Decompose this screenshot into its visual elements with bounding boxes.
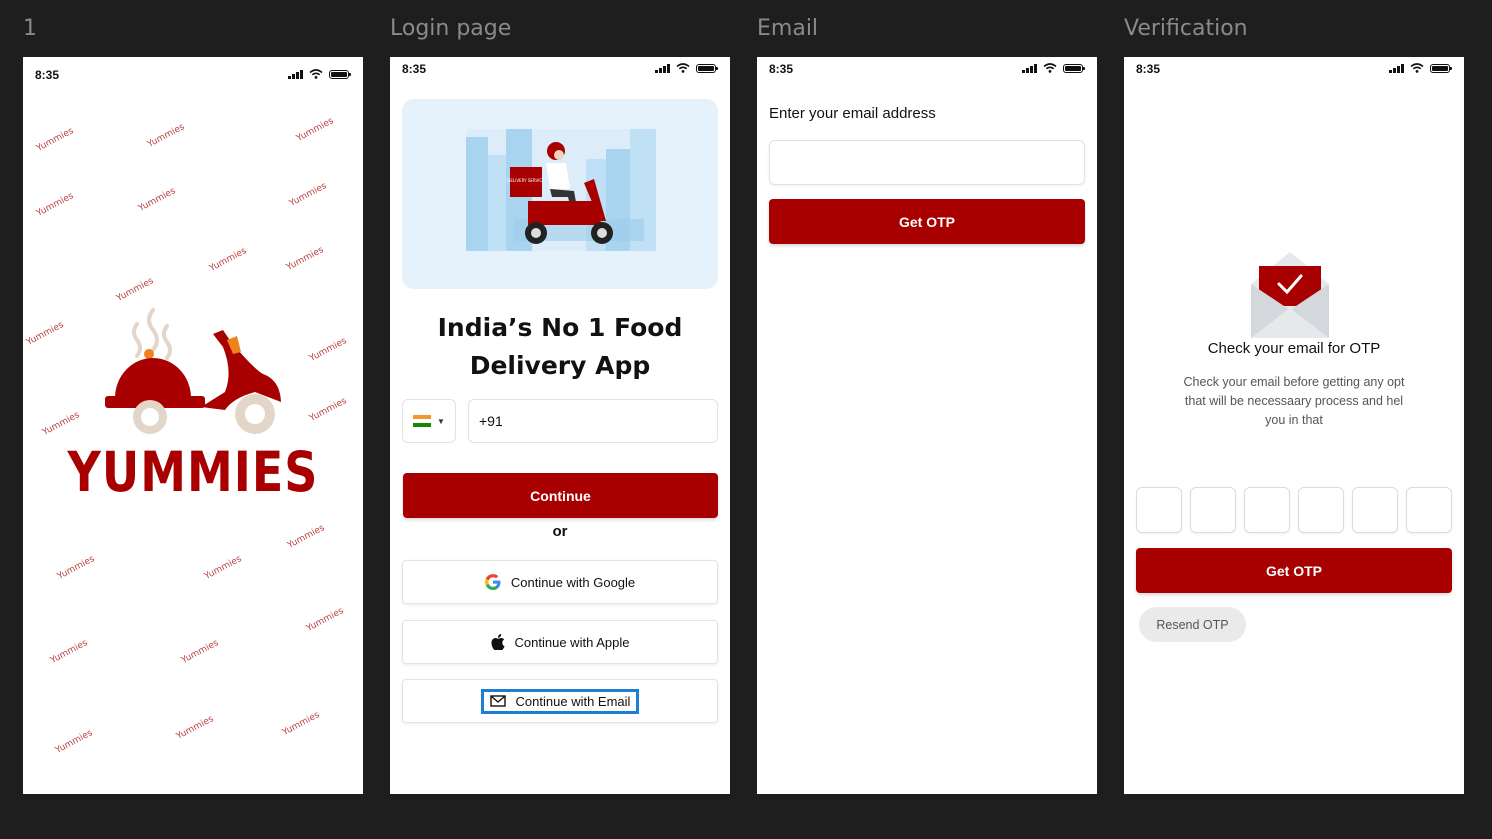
pattern-word: Yummies xyxy=(308,396,349,424)
continue-with-email-button[interactable]: Continue with Email xyxy=(402,679,718,723)
delivery-rider-illustration: DELIVERY SERVICE xyxy=(466,129,656,251)
pattern-word: Yummies xyxy=(137,186,178,214)
frame-title-verification: Verification xyxy=(1124,16,1248,41)
email-field[interactable] xyxy=(769,140,1085,185)
apple-button-label: Continue with Apple xyxy=(514,634,630,650)
phone-number-input[interactable]: +91 xyxy=(468,399,718,443)
wifi-icon xyxy=(1043,63,1057,73)
or-divider: or xyxy=(552,523,568,540)
pattern-word: Yummies xyxy=(115,276,156,304)
google-button-label: Continue with Google xyxy=(510,574,636,590)
email-screen: 8:35 Enter your email address Get OTP xyxy=(757,57,1097,794)
status-time: 8:35 xyxy=(35,68,60,82)
pattern-word: Yummies xyxy=(285,245,326,273)
frame-title-email: Email xyxy=(757,16,819,41)
pattern-word: Yummies xyxy=(208,246,249,274)
pattern-word: Yummies xyxy=(281,710,322,738)
signal-icon xyxy=(655,63,670,73)
pattern-word: Yummies xyxy=(305,606,346,634)
wifi-icon xyxy=(309,69,323,79)
otp-digit-input[interactable] xyxy=(1298,487,1344,533)
apple-icon xyxy=(491,634,505,650)
app-headline: India’s No 1 Food Delivery App xyxy=(390,309,730,385)
signal-icon xyxy=(1022,63,1037,73)
status-bar: 8:35 xyxy=(390,57,730,93)
headline-line-2: Delivery App xyxy=(469,351,651,380)
otp-digit-input[interactable] xyxy=(1190,487,1236,533)
pattern-word: Yummies xyxy=(308,336,349,364)
verification-title: Check your email for OTP xyxy=(1207,340,1381,357)
continue-with-google-button[interactable]: Continue with Google xyxy=(402,560,718,604)
status-bar: 8:35 xyxy=(757,57,1097,93)
battery-icon xyxy=(329,69,351,79)
chevron-down-icon: ▼ xyxy=(437,416,445,426)
verification-screen: 8:35 Check your email for OTP Check your… xyxy=(1124,57,1464,794)
country-code-selector[interactable]: ▼ xyxy=(402,399,456,443)
continue-with-apple-button[interactable]: Continue with Apple xyxy=(402,620,718,664)
pattern-word: Yummies xyxy=(180,638,221,666)
focus-highlight: Continue with Email xyxy=(480,688,640,714)
status-time: 8:35 xyxy=(769,62,794,76)
get-otp-button[interactable]: Get OTP xyxy=(1136,548,1452,593)
get-otp-button[interactable]: Get OTP xyxy=(769,199,1085,244)
pattern-word: Yummies xyxy=(25,320,66,348)
pattern-word: Yummies xyxy=(203,554,244,582)
status-bar: 8:35 xyxy=(23,57,363,93)
battery-icon xyxy=(1063,63,1085,73)
pattern-word: Yummies xyxy=(175,714,216,742)
status-bar: 8:35 xyxy=(1124,57,1464,93)
pattern-word: Yummies xyxy=(56,554,97,582)
battery-icon xyxy=(696,63,718,73)
phone-prefix: +91 xyxy=(479,413,503,429)
email-button-label: Continue with Email xyxy=(515,693,631,709)
brand-name: YUMMIES xyxy=(67,439,319,505)
india-flag-icon xyxy=(413,415,432,427)
frame-title-splash: 1 xyxy=(23,16,37,41)
signal-icon xyxy=(288,69,303,79)
battery-icon xyxy=(1430,63,1452,73)
hero-illustration: DELIVERY SERVICE xyxy=(402,99,718,289)
pattern-word: Yummies xyxy=(41,410,82,438)
status-time: 8:35 xyxy=(402,62,427,76)
login-screen: 8:35 DELIVERY SERVICE India’s No 1 Food … xyxy=(390,57,730,794)
wifi-icon xyxy=(676,63,690,73)
pattern-word: Yummies xyxy=(288,181,329,209)
wifi-icon xyxy=(1410,63,1424,73)
mail-icon xyxy=(489,695,506,707)
otp-digit-input[interactable] xyxy=(1244,487,1290,533)
otp-digit-input[interactable] xyxy=(1352,487,1398,533)
resend-otp-button[interactable]: Resend OTP xyxy=(1139,607,1246,642)
status-time: 8:35 xyxy=(1136,62,1161,76)
pattern-word: Yummies xyxy=(295,116,336,144)
frame-title-login: Login page xyxy=(390,16,512,41)
otp-input-group xyxy=(1136,487,1452,533)
continue-button[interactable]: Continue xyxy=(403,473,718,518)
hero-box-label: DELIVERY SERVICE xyxy=(507,178,545,183)
pattern-word: Yummies xyxy=(146,122,187,150)
signal-icon xyxy=(1389,63,1404,73)
pattern-word: Yummies xyxy=(54,728,95,756)
pattern-word: Yummies xyxy=(49,638,90,666)
google-icon xyxy=(484,574,501,590)
mail-check-icon xyxy=(1251,252,1329,338)
pattern-word: Yummies xyxy=(35,191,76,219)
otp-digit-input[interactable] xyxy=(1406,487,1452,533)
pattern-word: Yummies xyxy=(286,523,327,551)
email-prompt: Enter your email address xyxy=(769,105,936,122)
headline-line-1: India’s No 1 Food xyxy=(437,313,683,342)
splash-screen: 8:35 Yummies Yummies Yummies Yummies Yum… xyxy=(23,57,363,794)
scooter-logo-icon xyxy=(105,308,281,434)
pattern-word: Yummies xyxy=(35,126,76,154)
otp-digit-input[interactable] xyxy=(1136,487,1182,533)
verification-description: Check your email before getting any opt … xyxy=(1183,375,1405,427)
